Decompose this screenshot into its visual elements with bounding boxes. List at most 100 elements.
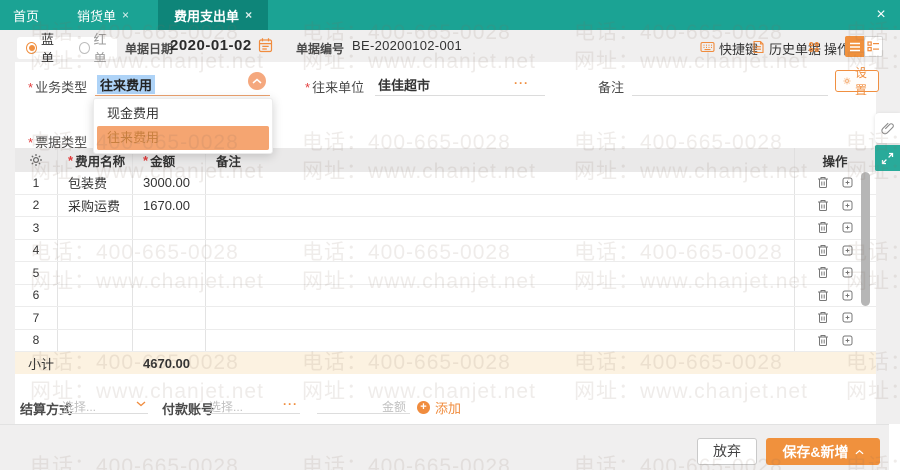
account-lookup-ellipsis[interactable]: ··· (283, 397, 298, 411)
document-number-value[interactable]: BE-20200102-001 (352, 38, 462, 53)
table-row: 4 (15, 239, 876, 262)
delete-row-icon[interactable] (817, 199, 829, 212)
chevron-up-icon (252, 78, 262, 84)
window-close-icon[interactable]: × (870, 4, 892, 26)
amount-cell[interactable] (133, 262, 206, 284)
expense-name-cell[interactable]: 包装费 (58, 172, 133, 194)
expand-table-button[interactable] (875, 145, 900, 171)
bottom-action-bar: 放弃 保存&新增 (0, 424, 900, 470)
tab-close-icon[interactable]: × (245, 9, 252, 21)
settlement-placeholder: 选择... (62, 400, 97, 414)
amount-cell[interactable] (133, 217, 206, 239)
expense-name-cell[interactable] (58, 329, 133, 351)
tab-expense-form[interactable]: 费用支出单 × (158, 0, 269, 30)
column-settings-gear-icon[interactable] (15, 148, 58, 172)
insert-row-icon[interactable] (841, 334, 854, 347)
add-payment-button[interactable]: + 添加 (417, 398, 461, 417)
operations-button[interactable]: 操作 (808, 39, 850, 58)
insert-row-icon[interactable] (841, 176, 854, 189)
tab-home-label: 首页 (13, 8, 40, 24)
expense-name-cell[interactable] (58, 262, 133, 284)
plus-circle-icon: + (417, 401, 430, 414)
insert-row-icon[interactable] (841, 289, 854, 302)
expense-form-panel: * 业务类型 往来费用 * 往来单位 佳佳超市 ··· 备注 设置 * 票据类型 现金… (15, 62, 880, 424)
tab-sales-order[interactable]: 销货单 × (64, 0, 142, 30)
form-view-toggle[interactable] (864, 36, 883, 57)
remark-cell[interactable] (206, 284, 795, 306)
settings-button[interactable]: 设置 (835, 66, 880, 97)
gear-icon (843, 77, 851, 85)
shortcut-keys-button[interactable]: 快捷键 (700, 39, 758, 58)
expense-name-cell[interactable] (58, 239, 133, 261)
amount-cell[interactable] (133, 284, 206, 306)
dropdown-option-partner-expense[interactable]: 往来费用 (97, 126, 269, 150)
insert-row-icon[interactable] (841, 311, 854, 324)
remark-cell[interactable] (206, 217, 795, 239)
partner-value: 佳佳超市 (378, 78, 431, 93)
tab-close-icon[interactable]: × (122, 9, 129, 21)
expense-name-cell[interactable] (58, 284, 133, 306)
partner-input[interactable]: 佳佳超市 ··· (375, 70, 545, 96)
subtotal-row: 小计 4670.00 (15, 352, 876, 374)
amount-cell[interactable]: 3000.00 (133, 172, 206, 194)
business-type-dropdown: 现金费用 往来费用 (93, 98, 273, 154)
remark-cell[interactable] (206, 262, 795, 284)
amount-cell[interactable] (133, 307, 206, 329)
delete-row-icon[interactable] (817, 244, 829, 257)
expense-name-cell[interactable] (58, 217, 133, 239)
remark-cell[interactable] (206, 172, 795, 194)
table-row: 5 (15, 262, 876, 285)
business-type-input[interactable]: 往来费用 (95, 70, 270, 96)
remark-label: 备注 (598, 80, 625, 95)
chevron-down-icon (136, 401, 146, 407)
amount-cell[interactable]: 1670.00 (133, 194, 206, 216)
delete-row-icon[interactable] (817, 221, 829, 234)
delete-row-icon[interactable] (817, 176, 829, 189)
table-row: 8 (15, 329, 876, 352)
save-and-new-button[interactable]: 保存&新增 (766, 438, 880, 465)
table-scrollbar (861, 170, 870, 373)
insert-row-icon[interactable] (841, 266, 854, 279)
view-toggle-group (845, 36, 883, 57)
remark-cell[interactable] (206, 239, 795, 261)
dropdown-collapse-button[interactable] (248, 72, 266, 90)
dropdown-option-cash-expense[interactable]: 现金费用 (97, 102, 269, 126)
attachment-button[interactable] (875, 113, 900, 143)
tab-sales-order-label: 销货单 (77, 8, 117, 24)
remark-cell[interactable] (206, 307, 795, 329)
partner-lookup-ellipsis[interactable]: ··· (514, 76, 529, 90)
grid-dots-icon (808, 41, 820, 56)
payment-amount-input[interactable]: 金额 (317, 394, 410, 414)
remark-cell[interactable] (206, 329, 795, 351)
table-body: 1 包装费 3000.00 2 采购运费 1670.00 3 4 5 6 7 8 (15, 172, 876, 352)
insert-row-icon[interactable] (841, 221, 854, 234)
calendar-icon[interactable] (258, 37, 273, 58)
insert-row-icon[interactable] (841, 244, 854, 257)
list-view-toggle[interactable] (845, 36, 864, 57)
settlement-method-select[interactable]: 选择... (58, 394, 148, 414)
date-label: 单据日期 (125, 42, 174, 56)
insert-row-icon[interactable] (841, 199, 854, 212)
document-toolbar: 蓝单 红单 单据日期 2020-01-02 单据编号 BE-20200102-0… (0, 30, 900, 66)
table-row: 3 (15, 217, 876, 240)
amount-cell[interactable] (133, 239, 206, 261)
delete-row-icon[interactable] (817, 289, 829, 302)
tab-home[interactable]: 首页 (0, 0, 52, 30)
scrollbar-thumb[interactable] (861, 172, 870, 306)
remark-input[interactable] (632, 70, 828, 96)
account-placeholder: 选择... (209, 400, 244, 414)
remark-cell[interactable] (206, 194, 795, 216)
amount-cell[interactable] (133, 329, 206, 351)
delete-row-icon[interactable] (817, 311, 829, 324)
date-value[interactable]: 2020-01-02 (170, 37, 252, 54)
list-view-icon (849, 42, 860, 51)
expense-name-cell[interactable] (58, 307, 133, 329)
row-number: 5 (15, 262, 58, 284)
header-actions: 操作 (795, 148, 876, 172)
delete-row-icon[interactable] (817, 334, 829, 347)
expense-name-cell[interactable]: 采购运费 (58, 194, 133, 216)
discard-button[interactable]: 放弃 (697, 438, 757, 465)
payment-account-select[interactable]: 选择... ··· (205, 394, 300, 414)
business-type-label: * 业务类型 (28, 80, 88, 95)
delete-row-icon[interactable] (817, 266, 829, 279)
